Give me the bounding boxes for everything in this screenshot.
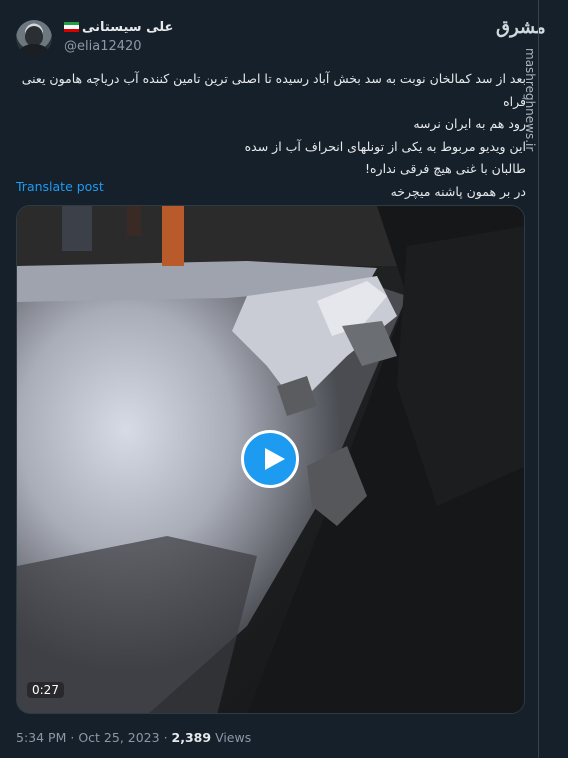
watermark-logo: مشرق (496, 17, 546, 38)
video-player[interactable]: 0:27 (16, 205, 525, 714)
iran-flag-icon (64, 22, 79, 32)
tweet-line: این ویدیو مربوط به یکی از تونلهای انحراف… (244, 138, 526, 154)
tweet-line: رود هم به ایران نرسه (413, 116, 526, 131)
views-label: Views (215, 730, 252, 745)
author-handle[interactable]: @elia12420 (64, 39, 142, 54)
tweet-date[interactable]: Oct 25, 2023 (78, 730, 159, 745)
play-button[interactable] (241, 430, 299, 488)
tweet-line: بعد از سد کمالخان نوبت به سد بخش آباد رس… (21, 71, 526, 109)
video-duration: 0:27 (27, 682, 64, 698)
translate-post-link[interactable]: Translate post (16, 179, 104, 194)
column-divider (538, 0, 539, 758)
tweet-meta: 5:34 PM · Oct 25, 2023 · 2,389 Views (16, 730, 251, 745)
tweet-time[interactable]: 5:34 PM (16, 730, 66, 745)
author-name-row[interactable]: علی سیستانی (64, 18, 173, 36)
tweet-line: طالبان با غنی هیچ فرقی نداره! (364, 161, 526, 176)
tweet-card: علی سیستانی @elia12420 مشرق mashreghnews… (0, 0, 568, 758)
play-icon (265, 448, 285, 470)
author-display-name[interactable]: علی سیستانی (82, 20, 173, 35)
meta-separator: · (70, 730, 75, 745)
views-count[interactable]: 2,389 (172, 730, 212, 745)
meta-separator: · (163, 730, 168, 745)
avatar[interactable] (16, 20, 52, 56)
